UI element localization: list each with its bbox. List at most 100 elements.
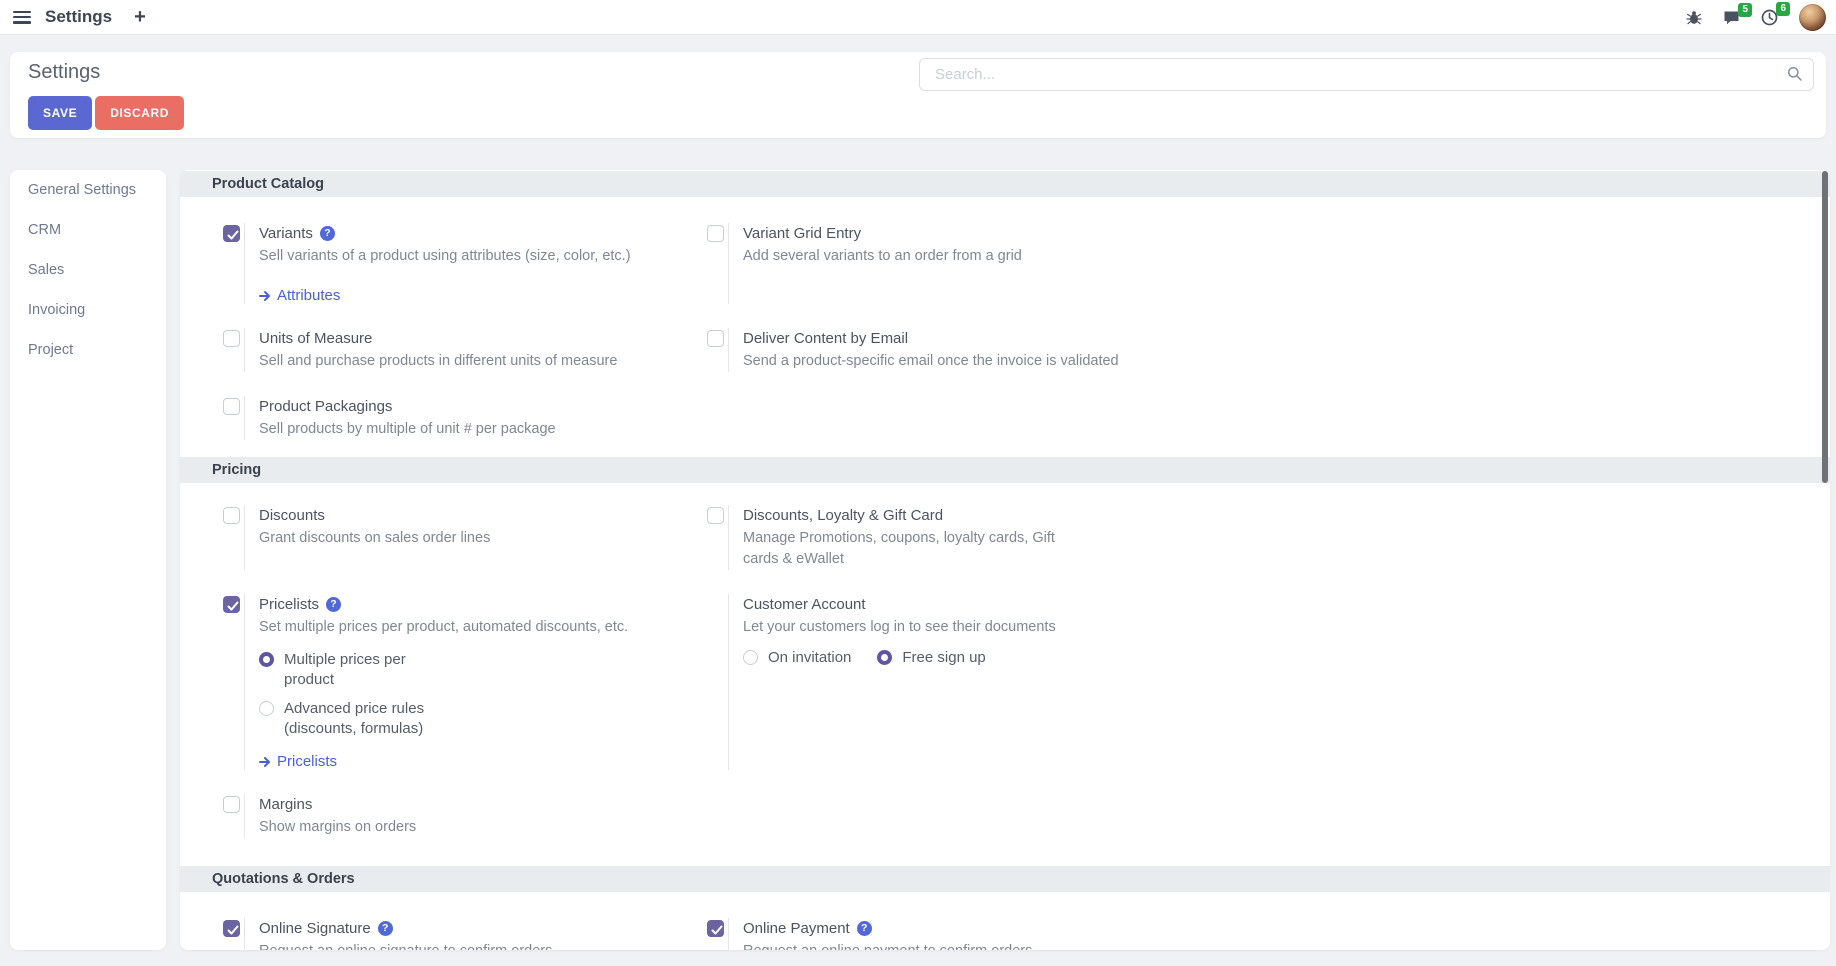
setting-left-pane — [223, 918, 244, 950]
messages-icon[interactable]: 5 — [1723, 10, 1740, 26]
help-icon[interactable]: ? — [857, 921, 872, 936]
online-signature-checkbox[interactable] — [223, 920, 240, 937]
activities-count-badge: 6 — [1776, 2, 1790, 16]
setting-right-pane: Online Signature ? Request an online sig… — [244, 918, 707, 950]
sidebar-item-invoicing[interactable]: Invoicing — [10, 290, 166, 330]
setting-label: Online Signature — [259, 920, 371, 937]
setting-online-signature: Online Signature ? Request an online sig… — [223, 918, 707, 950]
radio-option-free-sign-up[interactable]: Free sign up — [877, 648, 985, 668]
debug-bug-icon[interactable] — [1686, 10, 1702, 26]
user-avatar[interactable] — [1799, 4, 1826, 31]
save-button[interactable]: SAVE — [28, 96, 92, 130]
help-icon[interactable]: ? — [320, 226, 335, 241]
radio-option-multiple-prices[interactable]: Multiple prices per product — [259, 650, 707, 690]
radio-button[interactable] — [259, 701, 274, 716]
plus-icon[interactable]: + — [134, 7, 146, 27]
messages-count-badge: 5 — [1738, 3, 1752, 17]
setting-label: Customer Account — [743, 596, 866, 613]
sidebar-item-crm[interactable]: CRM — [10, 210, 166, 250]
sidebar-item-sales[interactable]: Sales — [10, 250, 166, 290]
section-pricing: Discounts Grant discounts on sales order… — [223, 505, 1191, 862]
setting-label: Units of Measure — [259, 330, 372, 347]
setting-discounts-loyalty-gift-card: Discounts, Loyalty & Gift Card Manage Pr… — [707, 505, 1191, 570]
variants-checkbox[interactable] — [223, 225, 240, 242]
pricelists-link[interactable]: Pricelists — [259, 753, 337, 770]
radio-button[interactable] — [259, 652, 274, 667]
customer-account-radio-group: On invitation Free sign up — [743, 648, 1191, 668]
setting-left-pane — [223, 223, 244, 304]
product-packagings-checkbox[interactable] — [223, 398, 240, 415]
setting-product-packagings: Product Packagings Sell products by mult… — [223, 396, 707, 440]
online-payment-checkbox[interactable] — [707, 920, 724, 937]
sidebar-item-general-settings[interactable]: General Settings — [10, 170, 166, 210]
search-input[interactable] — [919, 58, 1814, 91]
setting-description: Request an online payment to confirm ord… — [743, 941, 1191, 950]
setting-description: Send a product-specific email once the i… — [743, 351, 1191, 372]
setting-description: Manage Promotions, coupons, loyalty card… — [743, 528, 1073, 570]
control-panel: Settings SAVE DISCARD — [10, 52, 1826, 138]
setting-description: Sell and purchase products in different … — [259, 351, 707, 372]
check-icon — [227, 601, 239, 612]
setting-variant-grid-entry: Variant Grid Entry Add several variants … — [707, 223, 1191, 304]
setting-left-pane — [223, 794, 244, 838]
discard-button[interactable]: DISCARD — [95, 96, 184, 130]
setting-description: Show margins on orders — [259, 817, 707, 838]
settings-sidebar: General Settings CRM Sales Invoicing Pro… — [10, 170, 166, 950]
radio-label: On invitation — [768, 648, 851, 668]
sidebar-item-project[interactable]: Project — [10, 330, 166, 370]
setting-description: Sell variants of a product using attribu… — [259, 246, 707, 267]
setting-deliver-content-by-email: Deliver Content by Email Send a product-… — [707, 328, 1191, 372]
setting-pricelists: Pricelists ? Set multiple prices per pro… — [223, 594, 707, 770]
arrow-right-icon — [259, 290, 271, 302]
setting-online-payment: Online Payment ? Request an online payme… — [707, 918, 1191, 950]
pricelists-checkbox[interactable] — [223, 596, 240, 613]
search-icon[interactable] — [1787, 66, 1803, 82]
setting-left-pane — [223, 328, 244, 372]
setting-variants: Variants ? Sell variants of a product us… — [223, 223, 707, 304]
link-label: Attributes — [277, 287, 340, 304]
activities-clock-icon[interactable]: 6 — [1761, 9, 1778, 26]
section-header-quotations-orders: Quotations & Orders — [180, 866, 1830, 892]
discounts-checkbox[interactable] — [223, 507, 240, 524]
margins-checkbox[interactable] — [223, 796, 240, 813]
setting-left-pane — [223, 505, 244, 570]
setting-description: Request an online signature to confirm o… — [259, 941, 707, 950]
setting-label: Deliver Content by Email — [743, 330, 908, 347]
help-icon[interactable]: ? — [378, 921, 393, 936]
setting-margins: Margins Show margins on orders — [223, 794, 707, 838]
setting-right-pane: Variant Grid Entry Add several variants … — [728, 223, 1191, 304]
setting-left-pane — [707, 505, 728, 570]
vertical-scrollbar-thumb[interactable] — [1822, 171, 1828, 483]
loyalty-checkbox[interactable] — [707, 507, 724, 524]
section-header-product-catalog: Product Catalog — [180, 171, 1830, 197]
section-product-catalog: Variants ? Sell variants of a product us… — [223, 223, 1191, 464]
setting-label: Pricelists — [259, 596, 319, 613]
setting-right-pane: Online Payment ? Request an online payme… — [728, 918, 1191, 950]
setting-right-pane: Discounts Grant discounts on sales order… — [244, 505, 707, 570]
clock-glyph — [1761, 9, 1778, 26]
setting-right-pane: Variants ? Sell variants of a product us… — [244, 223, 707, 304]
setting-description: Add several variants to an order from a … — [743, 246, 1191, 267]
setting-description: Let your customers log in to see their d… — [743, 617, 1191, 638]
setting-label: Discounts, Loyalty & Gift Card — [743, 507, 943, 524]
units-of-measure-checkbox[interactable] — [223, 330, 240, 347]
page-title: Settings — [28, 61, 100, 84]
radio-button[interactable] — [743, 650, 758, 665]
setting-description: Set multiple prices per product, automat… — [259, 617, 707, 638]
deliver-content-checkbox[interactable] — [707, 330, 724, 347]
check-icon — [711, 925, 723, 936]
app-title[interactable]: Settings — [45, 7, 112, 27]
setting-label: Margins — [259, 796, 312, 813]
radio-button[interactable] — [877, 650, 892, 665]
setting-customer-account: Customer Account Let your customers log … — [707, 594, 1191, 770]
radio-option-on-invitation[interactable]: On invitation — [743, 648, 851, 668]
variant-grid-entry-checkbox[interactable] — [707, 225, 724, 242]
radio-option-advanced-price-rules[interactable]: Advanced price rules (discounts, formula… — [259, 699, 707, 739]
setting-label: Discounts — [259, 507, 325, 524]
help-icon[interactable]: ? — [326, 597, 341, 612]
attributes-link[interactable]: Attributes — [259, 287, 340, 304]
setting-label: Product Packagings — [259, 398, 392, 415]
hamburger-menu-icon[interactable] — [13, 11, 31, 24]
navbar-systray: 5 6 — [1686, 0, 1826, 35]
control-panel-buttons: SAVE DISCARD — [28, 96, 184, 130]
